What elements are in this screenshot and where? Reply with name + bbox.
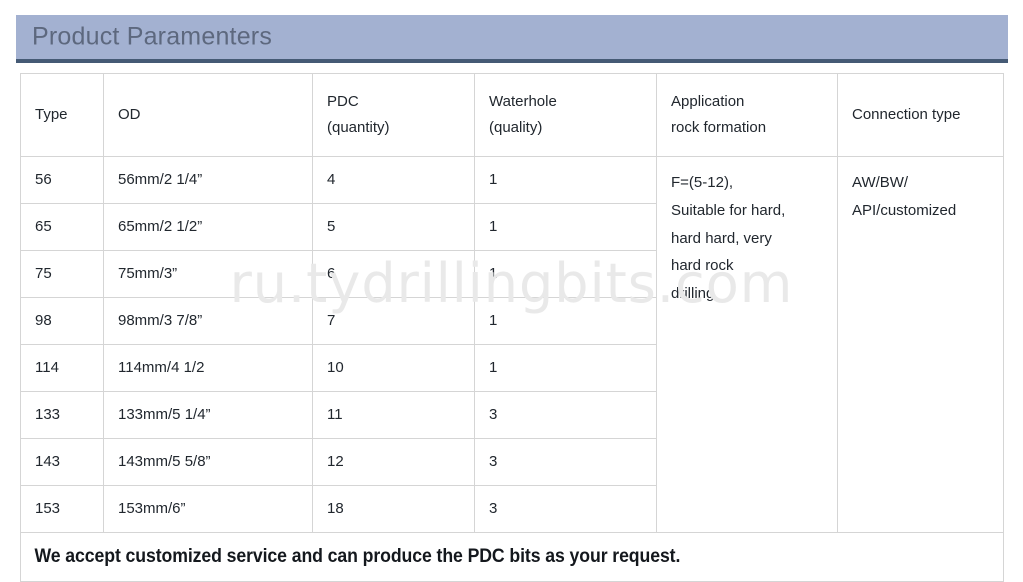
column-header-type-line1: Type <box>35 105 68 123</box>
page-title: Product Paramenters <box>32 22 273 51</box>
column-header-type: Type <box>20 73 104 157</box>
column-header-application-line1: Application <box>671 92 745 110</box>
application-line-5: drilling <box>671 285 715 302</box>
cell-waterhole: 1 <box>474 250 657 298</box>
column-header-connection-line1: Connection type <box>852 105 961 123</box>
cell-pdc: 6 <box>312 250 475 298</box>
cell-application: F=(5-12), Suitable for hard, hard hard, … <box>656 156 838 533</box>
cell-type: 133 <box>20 391 104 439</box>
cell-connection: AW/BW/ API/customized <box>837 156 1004 533</box>
column-header-application: Application rock formation <box>656 73 838 157</box>
cell-od: 75mm/3” <box>103 250 313 298</box>
cell-pdc: 4 <box>312 156 475 204</box>
cell-od: 114mm/4 1/2 <box>103 344 313 392</box>
column-header-waterhole-line2: (quality) <box>489 119 543 136</box>
table-header: Type OD PDC (quantity) Waterhole (qualit… <box>20 73 1004 157</box>
cell-pdc: 7 <box>312 297 475 345</box>
cell-od: 56mm/2 1/4” <box>103 156 313 204</box>
cell-waterhole: 3 <box>474 391 657 439</box>
connection-line-1: AW/BW/ <box>852 174 909 191</box>
cell-od: 143mm/5 5/8” <box>103 438 313 486</box>
column-header-waterhole-line1: Waterhole <box>489 92 557 110</box>
table-footer-row: We accept customized service and can pro… <box>20 532 1004 582</box>
column-header-pdc-line2: (quantity) <box>327 119 390 136</box>
cell-type: 114 <box>20 344 104 392</box>
table-body: 56 56mm/2 1/4” 4 1 F=(5-12), Suitable fo… <box>20 156 1004 582</box>
column-header-pdc: PDC (quantity) <box>312 73 475 157</box>
column-header-od-line1: OD <box>118 105 141 123</box>
cell-od: 133mm/5 1/4” <box>103 391 313 439</box>
product-parameters-table: Type OD PDC (quantity) Waterhole (qualit… <box>20 73 1004 582</box>
cell-type: 56 <box>20 156 104 204</box>
table-row: 56 56mm/2 1/4” 4 1 F=(5-12), Suitable fo… <box>20 156 1004 533</box>
column-header-application-line2: rock formation <box>671 119 767 136</box>
cell-pdc: 11 <box>312 391 475 439</box>
section-title-band: Product Paramenters <box>16 15 1008 63</box>
cell-od: 153mm/6” <box>103 485 313 533</box>
product-parameters-page: Product Paramenters Type OD PDC (quantit… <box>0 0 1023 582</box>
cell-od: 98mm/3 7/8” <box>103 297 313 345</box>
cell-waterhole: 3 <box>474 485 657 533</box>
cell-type: 65 <box>20 203 104 251</box>
application-line-1: F=(5-12), <box>671 174 734 191</box>
column-header-connection: Connection type <box>837 73 1004 157</box>
spec-table-container: Type OD PDC (quantity) Waterhole (qualit… <box>20 73 1004 582</box>
cell-pdc: 18 <box>312 485 475 533</box>
application-line-3: hard hard, very <box>671 229 772 247</box>
cell-od: 65mm/2 1/2” <box>103 203 313 251</box>
connection-line-2: API/customized <box>852 201 957 219</box>
cell-waterhole: 1 <box>474 297 657 345</box>
cell-waterhole: 1 <box>474 344 657 392</box>
cell-pdc: 12 <box>312 438 475 486</box>
cell-type: 75 <box>20 250 104 298</box>
cell-type: 143 <box>20 438 104 486</box>
footer-note: We accept customized service and can pro… <box>20 532 936 582</box>
column-header-pdc-line1: PDC <box>327 92 359 110</box>
cell-waterhole: 3 <box>474 438 657 486</box>
cell-type: 98 <box>20 297 104 345</box>
cell-waterhole: 1 <box>474 203 657 251</box>
cell-pdc: 5 <box>312 203 475 251</box>
column-header-od: OD <box>103 73 313 157</box>
cell-type: 153 <box>20 485 104 533</box>
application-line-4: hard rock <box>671 257 734 275</box>
column-header-waterhole: Waterhole (quality) <box>474 73 657 157</box>
table-header-row: Type OD PDC (quantity) Waterhole (qualit… <box>20 73 1004 157</box>
cell-pdc: 10 <box>312 344 475 392</box>
application-line-2: Suitable for hard, <box>671 201 786 219</box>
cell-waterhole: 1 <box>474 156 657 204</box>
